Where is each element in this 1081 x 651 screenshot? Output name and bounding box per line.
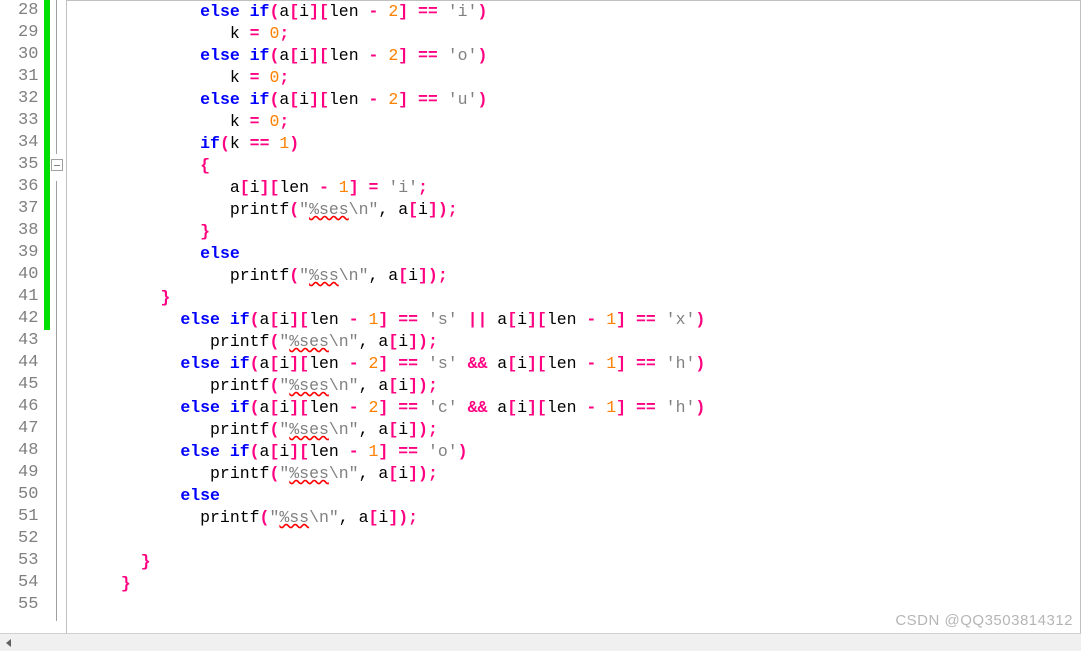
line-number[interactable]: 38 bbox=[18, 220, 38, 242]
line-number[interactable]: 33 bbox=[18, 110, 38, 132]
line-number[interactable]: 31 bbox=[18, 66, 38, 88]
code-line[interactable]: else if(a[i][len - 2] == 'i') bbox=[71, 1, 1081, 23]
code-line[interactable]: k = 0; bbox=[71, 111, 1081, 133]
line-number[interactable]: 30 bbox=[18, 44, 38, 66]
fold-guide bbox=[56, 577, 66, 599]
line-number[interactable]: 48 bbox=[18, 440, 38, 462]
scroll-left-icon[interactable] bbox=[0, 634, 17, 651]
line-number[interactable]: 47 bbox=[18, 418, 38, 440]
fold-guide bbox=[56, 511, 66, 533]
code-line[interactable]: else bbox=[71, 243, 1081, 265]
line-number[interactable]: 53 bbox=[18, 550, 38, 572]
code-line[interactable]: k = 0; bbox=[71, 67, 1081, 89]
fold-guide bbox=[56, 225, 66, 247]
line-number[interactable]: 44 bbox=[18, 352, 38, 374]
fold-guide bbox=[56, 269, 66, 291]
fold-guide bbox=[56, 110, 66, 132]
code-line[interactable]: else bbox=[71, 485, 1081, 507]
fold-guide bbox=[56, 247, 66, 269]
line-number[interactable]: 45 bbox=[18, 374, 38, 396]
line-number-gutter[interactable]: 2829303132333435363738394041424344454647… bbox=[0, 0, 44, 651]
code-line[interactable] bbox=[71, 529, 1081, 551]
fold-guide bbox=[56, 445, 66, 467]
fold-guide bbox=[56, 379, 66, 401]
code-line[interactable]: printf("%ses\n", a[i]); bbox=[71, 463, 1081, 485]
code-line[interactable]: printf("%ses\n", a[i]); bbox=[71, 331, 1081, 353]
code-line[interactable]: } bbox=[71, 221, 1081, 243]
code-editor[interactable]: 2829303132333435363738394041424344454647… bbox=[0, 0, 1081, 651]
code-line[interactable]: printf("%ses\n", a[i]); bbox=[71, 199, 1081, 221]
line-number[interactable]: 32 bbox=[18, 88, 38, 110]
watermark: CSDN @QQ3503814312 bbox=[895, 612, 1073, 629]
fold-guide bbox=[56, 132, 66, 154]
line-number[interactable]: 42 bbox=[18, 308, 38, 330]
fold-guide bbox=[56, 599, 66, 621]
code-line[interactable]: else if(a[i][len - 1] == 'o') bbox=[71, 441, 1081, 463]
fold-toggle-icon[interactable] bbox=[51, 159, 63, 171]
fold-guide bbox=[56, 291, 66, 313]
line-number[interactable]: 29 bbox=[18, 22, 38, 44]
line-number[interactable]: 46 bbox=[18, 396, 38, 418]
line-number[interactable]: 39 bbox=[18, 242, 38, 264]
fold-column[interactable] bbox=[50, 0, 66, 651]
code-line[interactable]: { bbox=[71, 155, 1081, 177]
fold-guide bbox=[56, 88, 66, 110]
code-line[interactable]: printf("%ss\n", a[i]); bbox=[71, 507, 1081, 529]
code-line[interactable]: k = 0; bbox=[71, 23, 1081, 45]
code-area[interactable]: else if(a[i][len - 2] == 'i') k = 0; els… bbox=[67, 0, 1081, 651]
line-number[interactable]: 55 bbox=[18, 594, 38, 616]
fold-guide bbox=[56, 401, 66, 423]
code-line[interactable]: } bbox=[71, 551, 1081, 573]
line-number[interactable]: 43 bbox=[18, 330, 38, 352]
fold-guide bbox=[56, 66, 66, 88]
line-number[interactable]: 49 bbox=[18, 462, 38, 484]
fold-guide bbox=[56, 489, 66, 511]
line-number[interactable]: 50 bbox=[18, 484, 38, 506]
line-number[interactable]: 54 bbox=[18, 572, 38, 594]
fold-guide bbox=[56, 423, 66, 445]
code-line[interactable]: if(k == 1) bbox=[71, 133, 1081, 155]
code-line[interactable]: } bbox=[71, 573, 1081, 595]
line-number[interactable]: 34 bbox=[18, 132, 38, 154]
fold-guide bbox=[56, 467, 66, 489]
line-number[interactable]: 51 bbox=[18, 506, 38, 528]
code-line[interactable]: } bbox=[71, 287, 1081, 309]
line-number[interactable]: 40 bbox=[18, 264, 38, 286]
line-number[interactable]: 37 bbox=[18, 198, 38, 220]
fold-guide bbox=[56, 533, 66, 555]
fold-guide bbox=[56, 357, 66, 379]
fold-guide bbox=[56, 22, 66, 44]
fold-guide bbox=[56, 335, 66, 357]
code-line[interactable]: else if(a[i][len - 2] == 'c' && a[i][len… bbox=[71, 397, 1081, 419]
fold-guide bbox=[56, 313, 66, 335]
line-number[interactable]: 52 bbox=[18, 528, 38, 550]
code-line[interactable]: else if(a[i][len - 1] == 's' || a[i][len… bbox=[71, 309, 1081, 331]
fold-guide bbox=[56, 44, 66, 66]
line-number[interactable]: 35 bbox=[18, 154, 38, 176]
code-line[interactable]: else if(a[i][len - 2] == 'o') bbox=[71, 45, 1081, 67]
code-line[interactable]: printf("%ses\n", a[i]); bbox=[71, 419, 1081, 441]
fold-guide bbox=[56, 203, 66, 225]
code-line[interactable]: printf("%ss\n", a[i]); bbox=[71, 265, 1081, 287]
line-number[interactable]: 41 bbox=[18, 286, 38, 308]
code-line[interactable]: else if(a[i][len - 2] == 'u') bbox=[71, 89, 1081, 111]
fold-guide bbox=[56, 555, 66, 577]
code-line[interactable]: a[i][len - 1] = 'i'; bbox=[71, 177, 1081, 199]
line-number[interactable]: 28 bbox=[18, 0, 38, 22]
fold-guide bbox=[56, 0, 66, 22]
line-number[interactable]: 36 bbox=[18, 176, 38, 198]
horizontal-scrollbar[interactable] bbox=[0, 633, 1081, 651]
fold-guide bbox=[56, 181, 66, 203]
code-line[interactable]: printf("%ses\n", a[i]); bbox=[71, 375, 1081, 397]
code-line[interactable]: else if(a[i][len - 2] == 's' && a[i][len… bbox=[71, 353, 1081, 375]
